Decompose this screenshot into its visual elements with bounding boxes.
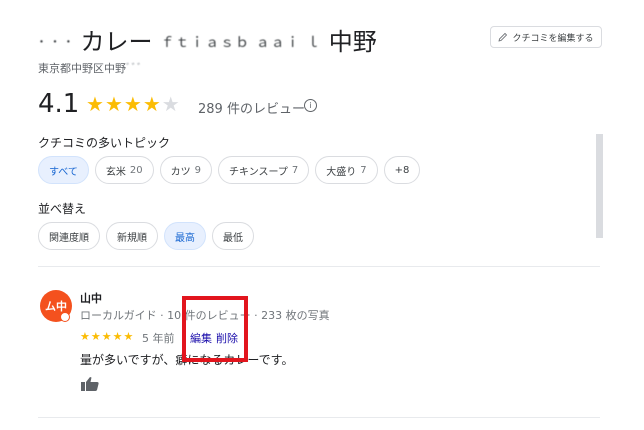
topic-chip-label: チキンスープ	[229, 166, 288, 178]
star-icon: ★	[80, 330, 91, 343]
review-time: 5 年前	[142, 330, 175, 346]
edit-reviews-button[interactable]: クチコミを編集する	[490, 26, 602, 48]
place-title: ･ ･ ･ カレー ｆｔｉａｓｂ ａａｉ ｌ 中野	[38, 26, 377, 59]
sort-chip-label: 最低	[223, 232, 243, 244]
topic-chip-count: 7	[291, 164, 299, 176]
star-icon: ★	[86, 92, 105, 116]
sort-options: 関連度順 新規順 最高 最低	[38, 222, 254, 250]
pencil-icon	[498, 32, 508, 42]
topic-chip-label: カツ	[170, 166, 191, 178]
topic-chip-count: 20	[129, 164, 143, 176]
topic-chip[interactable]: チキンスープ 7	[218, 156, 310, 184]
thumbs-up-icon[interactable]	[80, 376, 100, 392]
review-count: 289 件のレビュー	[198, 102, 305, 117]
place-title-main: カレー	[80, 28, 153, 56]
topic-chip[interactable]: +8	[383, 156, 421, 184]
place-title-end: 中野	[328, 28, 377, 56]
star-icon: ★	[123, 330, 135, 343]
place-title-blurred: ･ ･ ･	[38, 35, 73, 51]
topics-heading: クチコミの多いトピック	[38, 136, 171, 150]
topic-chip-count: 7	[360, 164, 367, 176]
sort-chip-label: 新規順	[117, 232, 147, 244]
topic-chip[interactable]: すべて	[38, 156, 89, 184]
topic-chip-label: 大盛り	[326, 166, 357, 178]
scrollbar[interactable]	[596, 134, 603, 238]
divider	[38, 417, 600, 418]
review-stars: ★★★★★	[80, 330, 134, 343]
topic-chip[interactable]: 大盛り 7	[315, 156, 378, 184]
divider	[38, 266, 600, 267]
rating-value: 4.1	[38, 89, 80, 119]
star-icon: ★	[112, 330, 124, 343]
sort-heading: 並べ替え	[38, 202, 87, 216]
sort-chip[interactable]: 新規順	[106, 222, 158, 250]
review-time-text: 5 年前	[142, 332, 175, 345]
star-icon: ★	[101, 330, 113, 343]
topic-chips: すべて 玄米 20 カツ 9 チキンスープ 7 大盛り 7 +8	[38, 156, 421, 184]
reviewer-name[interactable]: 山中	[80, 290, 102, 306]
address-blurred: ﾞﾞﾞ	[126, 62, 143, 75]
star-icon: ★	[90, 330, 102, 343]
sort-chip[interactable]: 最高	[164, 222, 206, 250]
reviewer-meta-1: ローカルガイド · 10	[80, 309, 182, 322]
sort-chip[interactable]: 最低	[212, 222, 254, 250]
topic-chip-label: 玄米	[105, 166, 126, 178]
star-icon: ★	[104, 92, 124, 116]
address-text: 東京都中野区中野	[38, 62, 126, 75]
rating-stars: ★★★★★	[86, 94, 181, 114]
topic-chip-label: すべて	[49, 166, 78, 178]
local-guide-badge-icon	[60, 312, 70, 322]
topic-chip[interactable]: 玄米 20	[94, 156, 154, 184]
topic-chip-count: 9	[194, 164, 202, 176]
edit-reviews-label: クチコミを編集する	[512, 33, 594, 44]
topic-chip[interactable]: カツ 9	[159, 156, 213, 184]
topic-chip-label: +8	[394, 164, 410, 176]
star-icon: ★	[123, 92, 143, 116]
star-icon: ★	[142, 92, 162, 116]
sort-chip-label: 関連度順	[49, 232, 89, 244]
star-icon: ★	[161, 92, 181, 116]
info-icon[interactable]: i	[304, 99, 317, 112]
annotation-highlight-box	[182, 296, 248, 362]
sort-chip-label: 最高	[175, 232, 195, 244]
place-title-blurred-2: ｆｔｉａｓｂ ａａｉ ｌ	[160, 35, 322, 51]
address: 東京都中野区中野ﾞﾞﾞ	[38, 60, 143, 76]
sort-chip[interactable]: 関連度順	[38, 222, 100, 250]
